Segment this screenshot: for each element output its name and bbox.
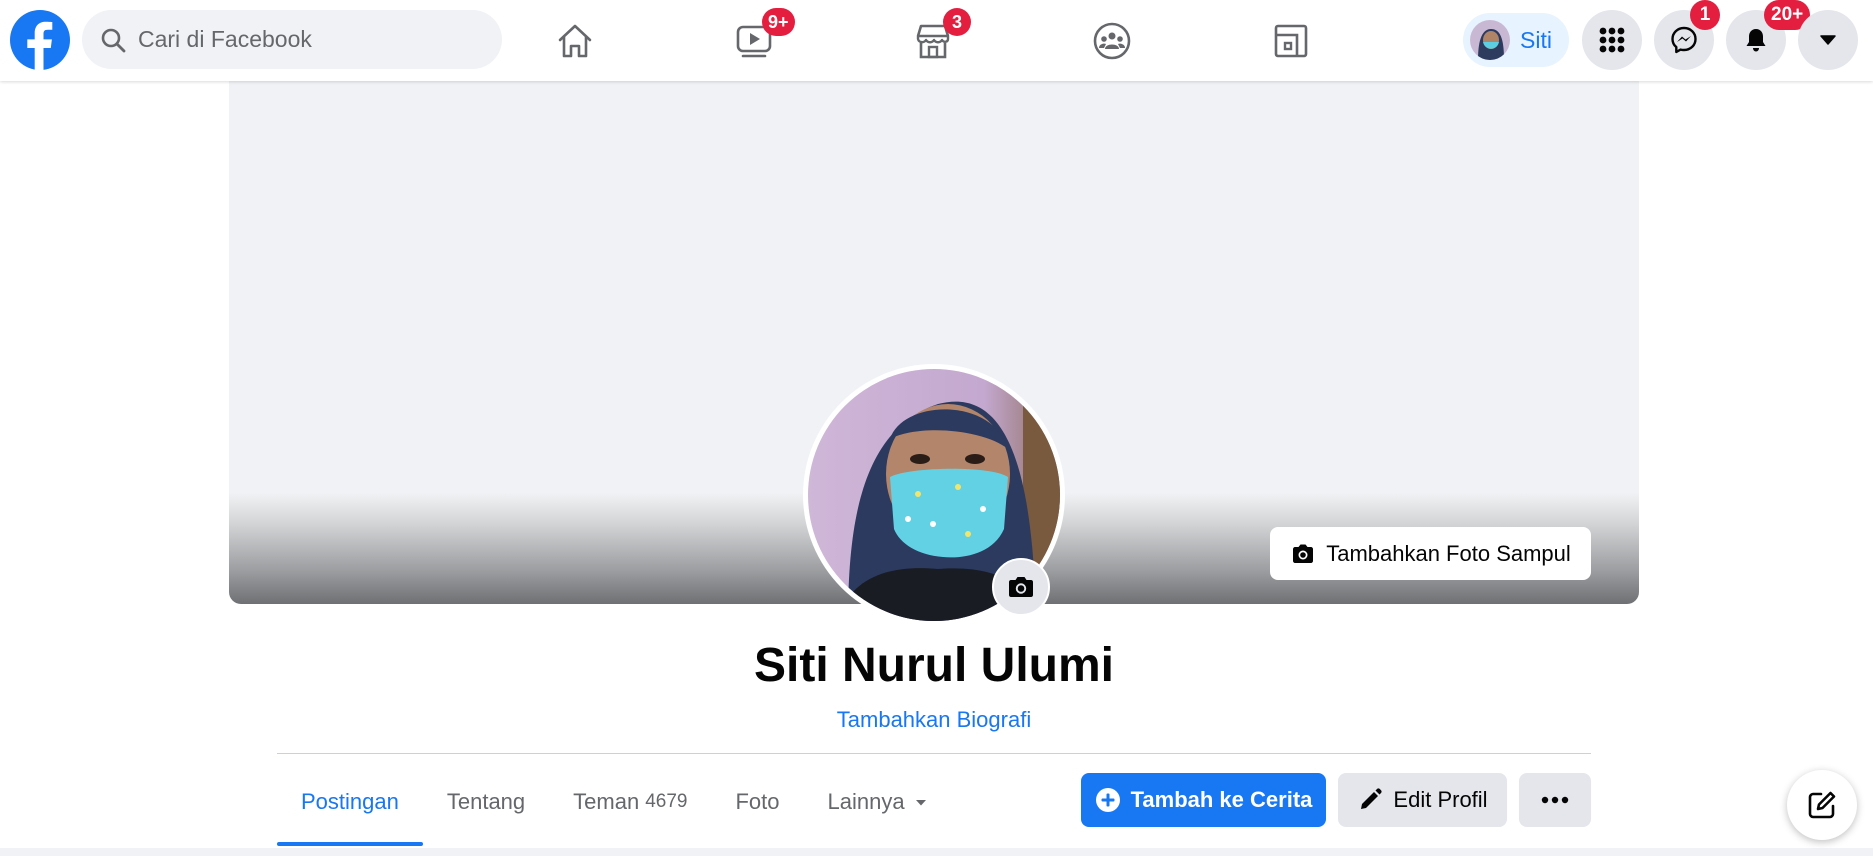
tab-photos-label: Foto — [735, 789, 780, 814]
menu-button[interactable] — [1582, 10, 1642, 70]
nav-tab-marketplace[interactable]: 3 — [873, 0, 993, 81]
more-options-button[interactable] — [1519, 773, 1591, 827]
tab-friends[interactable]: Teman 4679 — [549, 770, 711, 834]
home-icon — [558, 24, 592, 57]
nav-tab-watch[interactable]: 9+ — [694, 0, 814, 81]
search-input[interactable] — [136, 25, 480, 54]
gaming-icon — [1274, 24, 1308, 57]
camera-icon — [1293, 544, 1314, 563]
divider — [277, 753, 1591, 754]
groups-icon — [1093, 22, 1131, 59]
add-bio-link[interactable]: Tambahkan Biografi — [0, 707, 1868, 733]
content-area-top — [0, 848, 1873, 856]
watch-badge: 9+ — [762, 8, 795, 36]
messenger-badge: 1 — [1690, 0, 1720, 30]
camera-icon — [1009, 577, 1033, 597]
update-profile-picture-button[interactable] — [992, 558, 1050, 616]
tab-about[interactable]: Tentang — [423, 770, 549, 834]
tab-more-label: Lainnya — [827, 789, 905, 814]
nav-tab-home[interactable] — [515, 0, 635, 81]
new-message-button[interactable] — [1787, 770, 1857, 840]
add-to-story-label: Tambah ke Cerita — [1130, 787, 1313, 812]
search-icon — [100, 27, 126, 53]
more-dots-icon — [1541, 796, 1569, 804]
tab-friends-label: Teman — [573, 789, 640, 814]
add-to-story-button[interactable]: Tambah ke Cerita — [1081, 773, 1326, 827]
add-cover-photo-button[interactable]: Tambahkan Foto Sampul — [1270, 527, 1591, 580]
pencil-icon — [1361, 788, 1383, 809]
profile-avatar-small — [1470, 20, 1510, 60]
marketplace-badge: 3 — [943, 8, 971, 36]
add-cover-photo-label: Tambahkan Foto Sampul — [1326, 540, 1571, 566]
messenger-button[interactable]: 1 — [1654, 0, 1720, 70]
messenger-icon — [1671, 26, 1697, 54]
bell-icon — [1746, 29, 1766, 52]
grid-menu-icon — [1599, 27, 1625, 53]
account-menu-button[interactable] — [1798, 10, 1858, 70]
top-navigation-bar: 9+ 3 — [0, 0, 1873, 81]
caret-down-icon — [1820, 35, 1836, 45]
compose-icon — [1808, 791, 1836, 819]
nav-tab-gaming[interactable] — [1231, 0, 1351, 81]
notifications-button[interactable]: 20+ — [1726, 0, 1811, 70]
search-bar[interactable] — [82, 10, 502, 69]
friends-count: 4679 — [645, 791, 688, 812]
tab-more[interactable]: Lainnya — [804, 770, 953, 834]
profile-shortcut[interactable]: Siti — [1463, 13, 1569, 67]
edit-profile-button[interactable]: Edit Profil — [1338, 773, 1507, 827]
tab-posts-label: Postingan — [301, 789, 399, 814]
profile-tabs: Postingan Tentang Teman 4679 Foto Lainny… — [277, 770, 953, 846]
tab-about-label: Tentang — [446, 789, 526, 814]
facebook-logo-icon[interactable] — [10, 10, 70, 70]
plus-circle-icon — [1095, 788, 1120, 812]
caret-down-icon — [915, 800, 926, 806]
edit-profile-label: Edit Profil — [1393, 787, 1488, 812]
tab-posts[interactable]: Postingan — [277, 770, 423, 846]
tab-photos[interactable]: Foto — [711, 770, 803, 834]
nav-tab-groups[interactable] — [1052, 0, 1172, 81]
profile-shortcut-name: Siti — [1520, 26, 1552, 53]
profile-name: Siti Nurul Ulumi — [754, 639, 1114, 692]
